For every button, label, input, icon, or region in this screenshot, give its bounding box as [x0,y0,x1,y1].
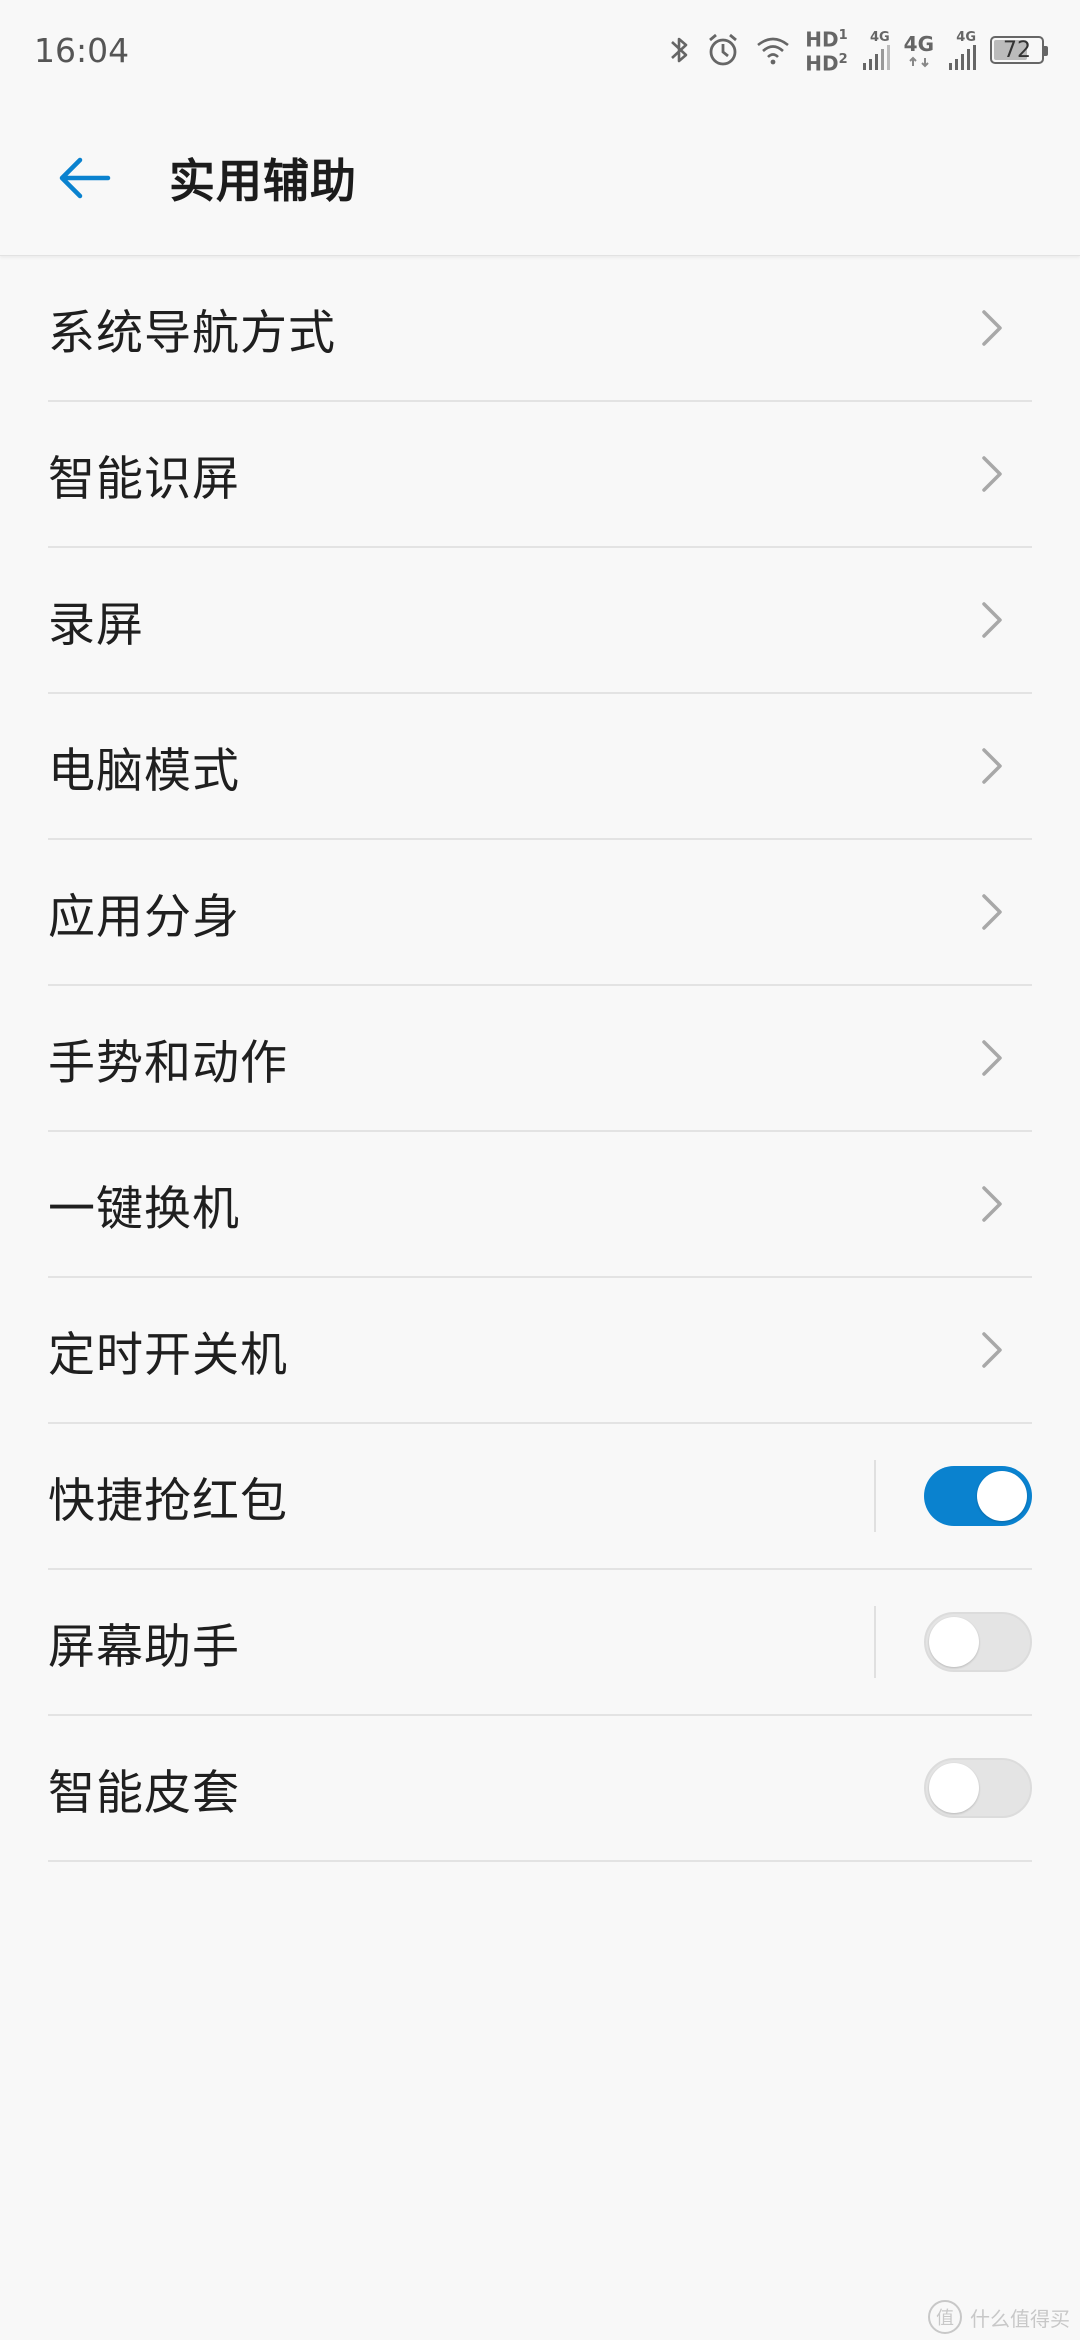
setting-row[interactable]: 定时开关机 [48,1278,1032,1424]
switch-knob [929,1763,979,1813]
app-bar: 实用辅助 [0,100,1080,256]
signal-group-2: 4G [948,30,976,71]
status-bar: 16:04 HD1 HD2 4G 4G 4G 72 [0,0,1080,100]
setting-label: 快捷抢红包 [48,1473,288,1529]
setting-label: 智能识屏 [48,451,240,507]
setting-row[interactable]: 录屏 [48,548,1032,694]
setting-row[interactable]: 智能皮套 [48,1716,1032,1862]
status-icons: HD1 HD2 4G 4G 4G 72 [669,26,1048,74]
hd-indicator: HD1 HD2 [805,26,847,73]
hd-label-2: HD [805,51,839,76]
status-time: 16:04 [34,30,130,70]
setting-row[interactable]: 应用分身 [48,840,1032,986]
toggle-switch[interactable] [924,1758,1032,1818]
setting-label: 定时开关机 [48,1327,288,1383]
chevron-right-icon [972,298,1012,358]
page-title: 实用辅助 [169,153,357,208]
hd-sup-1: 1 [838,28,848,44]
chevron-right-icon [972,444,1012,504]
watermark-text: 什么值得买 [970,2306,1070,2331]
vertical-divider [874,1606,876,1678]
setting-row[interactable]: 屏幕助手 [48,1570,1032,1716]
watermark: 值 什么值得买 [928,2300,1070,2334]
wifi-icon [755,35,791,65]
chevron-right-icon [972,1028,1012,1088]
switch-knob [929,1617,979,1667]
toggle-switch[interactable] [924,1612,1032,1672]
hd-label-1: HD [805,28,839,52]
setting-row[interactable]: 快捷抢红包 [48,1424,1032,1570]
hd-sup-2: 2 [838,52,848,67]
switch-container [874,1424,1032,1568]
setting-row[interactable]: 电脑模式 [48,694,1032,840]
network-4g: 4G [904,32,934,68]
bluetooth-icon [669,33,691,67]
setting-label: 屏幕助手 [48,1619,240,1675]
chevron-right-icon [972,590,1012,650]
setting-label: 智能皮套 [48,1765,240,1821]
alarm-icon [705,32,741,68]
setting-row[interactable]: 手势和动作 [48,986,1032,1132]
chevron-right-icon [972,1174,1012,1234]
watermark-badge: 值 [928,2300,962,2334]
settings-list: 系统导航方式 智能识屏录屏电脑模式应用分身手势和动作一键换机定时开关机快捷抢红包屏… [48,256,1032,1862]
switch-container [924,1716,1032,1860]
setting-row[interactable]: 系统导航方式 [48,256,1032,402]
net-type-small-1: 4G [869,29,890,45]
signal-icon [949,44,976,70]
battery-level: 72 [1003,37,1031,63]
chevron-right-icon [972,1320,1012,1380]
setting-label: 系统导航方式 [48,305,336,361]
setting-label: 手势和动作 [48,1035,288,1091]
chevron-right-icon [972,736,1012,796]
setting-label: 录屏 [48,597,144,653]
signal-icon [862,44,890,70]
setting-label: 一键换机 [48,1181,240,1237]
battery-icon: 72 [990,36,1048,64]
back-button[interactable] [39,133,129,223]
switch-knob [977,1471,1027,1521]
net-type-small-2: 4G [956,29,976,45]
signal-group-1: 4G [862,30,890,71]
setting-row[interactable]: 智能识屏 [48,402,1032,548]
setting-label: 应用分身 [48,889,240,945]
toggle-switch[interactable] [924,1466,1032,1526]
vertical-divider [874,1460,876,1532]
setting-row[interactable]: 一键换机 [48,1132,1032,1278]
setting-label: 电脑模式 [48,743,240,799]
net-type-4g: 4G [903,32,934,56]
arrow-left-icon [59,157,111,198]
switch-container [874,1570,1032,1714]
chevron-right-icon [972,882,1012,942]
